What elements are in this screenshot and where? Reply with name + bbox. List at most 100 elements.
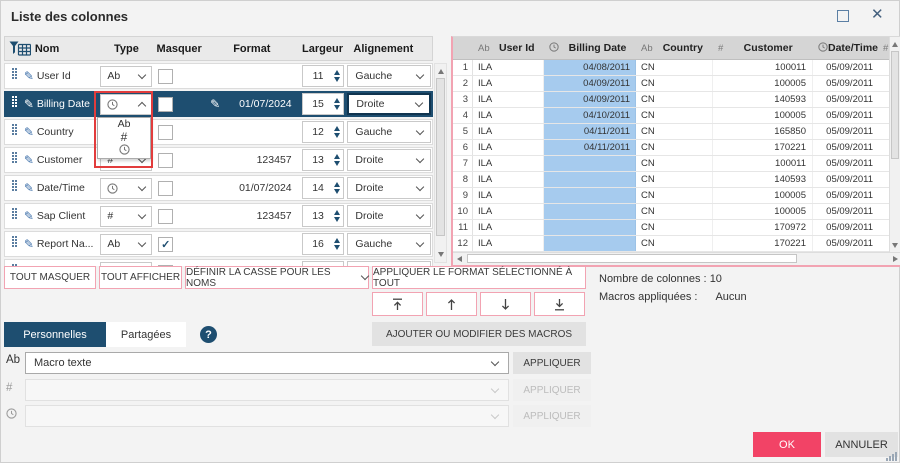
left-vertical-scrollbar[interactable] xyxy=(434,63,447,263)
edit-pencil-icon[interactable]: ✎ xyxy=(21,153,37,167)
move-up-button[interactable] xyxy=(426,292,477,316)
masquer-checkbox[interactable] xyxy=(158,69,173,84)
grid-row[interactable]: 9 ILA CN 100005 05/09/2011 xyxy=(453,188,889,204)
column-row-sap-client[interactable]: ✎ Sap Client # 123457 13 Droite xyxy=(4,203,433,229)
largeur-stepper[interactable]: 13 xyxy=(302,205,344,227)
grid-row[interactable]: 2 ILA 04/09/2011 CN 100005 05/09/2011 xyxy=(453,76,889,92)
grid-row[interactable]: 3 ILA 04/09/2011 CN 140593 05/09/2011 xyxy=(453,92,889,108)
macro-text-select[interactable]: Macro texte xyxy=(25,352,509,374)
masquer-checkbox[interactable] xyxy=(158,153,173,168)
column-row-billing-date-selected[interactable]: ✎ Billing Date ✎01/07/2024 15 Droite xyxy=(4,91,433,117)
largeur-stepper[interactable]: 11 xyxy=(302,65,344,87)
edit-pencil-icon[interactable]: ✎ xyxy=(21,181,37,195)
edit-pencil-icon[interactable]: ✎ xyxy=(21,125,37,139)
alignement-dropdown[interactable]: Gauche xyxy=(347,233,431,255)
column-row-user-id[interactable]: ✎ User Id Ab 11 Gauche xyxy=(4,63,433,89)
resize-grip-icon[interactable] xyxy=(886,452,897,461)
grid-row[interactable]: 5 ILA 04/11/2011 CN 165850 05/09/2011 xyxy=(453,124,889,140)
edit-pencil-icon[interactable]: ✎ xyxy=(21,237,37,251)
scroll-down-icon[interactable] xyxy=(438,252,444,257)
scrollbar-thumb[interactable] xyxy=(436,78,445,236)
column-row-country[interactable]: ✎ Country 12 Gauche xyxy=(4,119,433,145)
grid-header-country[interactable]: Country xyxy=(663,42,703,54)
type-option-number[interactable]: # xyxy=(121,130,128,144)
tab-personnelles[interactable]: Personnelles xyxy=(4,322,106,347)
masquer-checkbox[interactable] xyxy=(158,181,173,196)
cell-date-time: 05/09/2011 xyxy=(813,236,878,251)
grid-row[interactable]: 7 ILA CN 100011 05/09/2011 xyxy=(453,156,889,172)
scroll-left-icon[interactable] xyxy=(457,256,462,262)
appliquer-format-button[interactable]: APPLIQUER LE FORMAT SÉLECTIONNÉ À TOUT xyxy=(372,266,586,289)
type-dropdown-open[interactable] xyxy=(100,94,152,115)
grid-header-user-id[interactable]: User Id xyxy=(499,42,535,54)
type-option-text[interactable]: Ab xyxy=(118,118,131,130)
scrollbar-thumb[interactable] xyxy=(891,51,899,159)
masquer-checkbox[interactable] xyxy=(158,209,173,224)
ajouter-modifier-macros-button[interactable]: AJOUTER OU MODIFIER DES MACROS xyxy=(372,322,586,346)
grid-row[interactable]: 10 ILA CN 100005 05/09/2011 xyxy=(453,204,889,220)
scrollbar-thumb[interactable] xyxy=(467,254,797,263)
alignement-dropdown[interactable]: Droite xyxy=(347,93,431,115)
cell-date-time: 05/09/2011 xyxy=(813,76,878,91)
grid-row[interactable]: 12 ILA CN 170221 05/09/2011 xyxy=(453,236,889,252)
row-number: 2 xyxy=(453,76,473,91)
alignement-dropdown[interactable]: Gauche xyxy=(347,121,431,143)
move-to-bottom-button[interactable] xyxy=(534,292,585,316)
type-dropdown[interactable]: # xyxy=(100,206,152,227)
appliquer-text-macro-button[interactable]: APPLIQUER xyxy=(513,352,591,374)
grid-row[interactable]: 6 ILA 04/11/2011 CN 170221 05/09/2011 xyxy=(453,140,889,156)
column-row-customer[interactable]: ✎ Customer # 123457 13 Droite xyxy=(4,147,433,173)
largeur-stepper[interactable]: 12 xyxy=(302,121,344,143)
largeur-stepper[interactable]: 14 xyxy=(302,177,344,199)
type-dropdown[interactable]: Ab xyxy=(100,234,152,255)
header-alignement: Alignement xyxy=(345,43,432,55)
move-down-button[interactable] xyxy=(480,292,531,316)
grid-row[interactable]: 4 ILA 04/10/2011 CN 100005 05/09/2011 xyxy=(453,108,889,124)
grid-vertical-scrollbar[interactable] xyxy=(889,37,900,253)
alignement-dropdown[interactable]: Droite xyxy=(347,177,431,199)
largeur-stepper[interactable]: 16 xyxy=(302,233,344,255)
edit-pencil-icon[interactable]: ✎ xyxy=(21,97,37,111)
close-icon[interactable]: ✕ xyxy=(871,5,884,25)
edit-pencil-icon[interactable]: ✎ xyxy=(21,69,37,83)
cell-customer: 100005 xyxy=(713,76,813,91)
alignement-dropdown[interactable]: Droite xyxy=(347,205,431,227)
alignement-dropdown[interactable]: Gauche xyxy=(347,65,431,87)
largeur-stepper[interactable]: 15 xyxy=(302,93,344,115)
grid-header-billing-date[interactable]: Billing Date xyxy=(569,42,627,54)
scroll-down-icon[interactable] xyxy=(892,243,898,248)
scroll-up-icon[interactable] xyxy=(438,69,444,74)
help-icon[interactable]: ? xyxy=(200,326,217,343)
grid-row[interactable]: 1 ILA 04/08/2011 CN 100011 05/09/2011 xyxy=(453,60,889,76)
scroll-right-icon[interactable] xyxy=(893,256,898,262)
alignement-dropdown[interactable]: Droite xyxy=(347,149,431,171)
ok-button[interactable]: OK xyxy=(753,432,821,457)
move-to-top-button[interactable] xyxy=(372,292,423,316)
grid-header-date-time[interactable]: Date/Time xyxy=(828,42,878,54)
tout-afficher-button[interactable]: TOUT AFFICHER xyxy=(99,266,182,289)
tout-masquer-button[interactable]: TOUT MASQUER xyxy=(4,266,96,289)
definir-casse-dropdown-button[interactable]: DÉFINIR LA CASSE POUR LES NOMS xyxy=(185,266,369,289)
edit-format-pencil-icon[interactable]: ✎ xyxy=(204,97,220,111)
type-option-date[interactable] xyxy=(119,144,130,158)
column-row-partial[interactable]: ✎ xyxy=(4,259,433,266)
grid-horizontal-scrollbar[interactable] xyxy=(453,252,900,265)
grid-header-customer[interactable]: Customer xyxy=(744,42,793,54)
maximize-icon[interactable] xyxy=(837,10,849,22)
scroll-up-icon[interactable] xyxy=(892,42,898,47)
edit-pencil-icon[interactable]: ✎ xyxy=(21,209,37,223)
largeur-stepper[interactable]: 13 xyxy=(302,149,344,171)
column-row-report-name[interactable]: ✎ Report Na... Ab ✓ 16 Gauche xyxy=(4,231,433,257)
grid-row[interactable]: 11 ILA CN 170972 05/09/2011 xyxy=(453,220,889,236)
cell-user-id: ILA xyxy=(473,60,544,75)
masquer-checkbox[interactable] xyxy=(158,125,173,140)
clock-icon xyxy=(544,42,559,55)
type-dropdown[interactable] xyxy=(100,178,152,199)
grid-row[interactable]: 8 ILA CN 140593 05/09/2011 xyxy=(453,172,889,188)
column-row-date-time[interactable]: ✎ Date/Time 01/07/2024 14 Droite xyxy=(4,175,433,201)
tab-partagees[interactable]: Partagées xyxy=(106,322,186,347)
column-name: Country xyxy=(37,126,99,138)
masquer-checkbox-checked[interactable]: ✓ xyxy=(158,237,173,252)
type-dropdown[interactable]: Ab xyxy=(100,66,152,87)
masquer-checkbox[interactable] xyxy=(158,97,173,112)
